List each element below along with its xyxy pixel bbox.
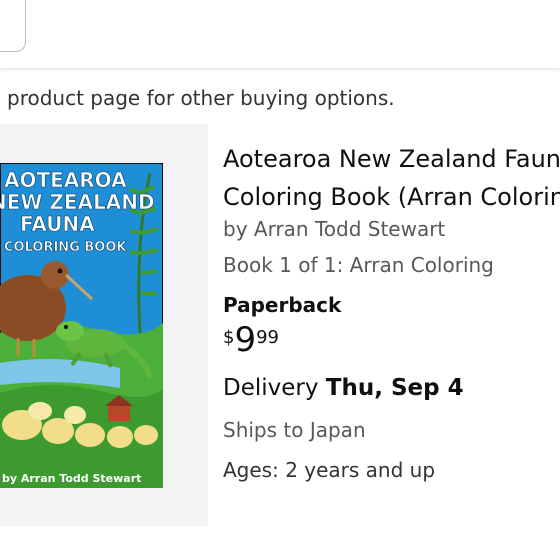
product-title-line-2[interactable]: Coloring Book (Arran Coloring — [223, 178, 560, 216]
buying-options-notice: product page for other buying options. — [7, 86, 395, 110]
cover-author: by Arran Todd Stewart — [2, 472, 141, 485]
product-format: Paperback — [223, 293, 342, 317]
delivery-date: Thu, Sep 4 — [325, 375, 464, 401]
product-details: Aotearoa New Zealand Fauna Coloring Book… — [223, 140, 560, 482]
back-button[interactable] — [0, 0, 26, 52]
ships-to: Ships to Japan — [223, 418, 366, 442]
cover-title-line-1: AOTEAROA — [4, 168, 127, 192]
price-currency-symbol: $ — [223, 327, 235, 348]
product-title-line-1[interactable]: Aotearoa New Zealand Fauna — [223, 140, 560, 178]
cover-title-line-4: COLORING BOOK — [4, 240, 127, 255]
price-fraction: 99 — [256, 327, 279, 348]
product-series: Book 1 of 1: Arran Coloring — [223, 253, 494, 277]
cover-title-line-2: NEW ZEALAND — [0, 190, 155, 214]
delivery-label: Delivery — [223, 375, 326, 401]
product-title[interactable]: Aotearoa New Zealand Fauna Coloring Book… — [223, 140, 560, 216]
bottom-strip — [0, 540, 560, 560]
cover-title-line-3: FAUNA — [20, 212, 95, 236]
book-cover-image[interactable]: AOTEAROA NEW ZEALAND FAUNA COLORING BOOK… — [0, 163, 163, 488]
delivery-info: Delivery Thu, Sep 4 — [223, 375, 560, 401]
product-author: by Arran Todd Stewart — [223, 217, 446, 241]
age-range: Ages: 2 years and up — [223, 458, 436, 482]
top-bar — [0, 0, 560, 68]
price-whole: 9 — [234, 320, 257, 360]
product-price: $ 9 99 — [223, 321, 560, 363]
